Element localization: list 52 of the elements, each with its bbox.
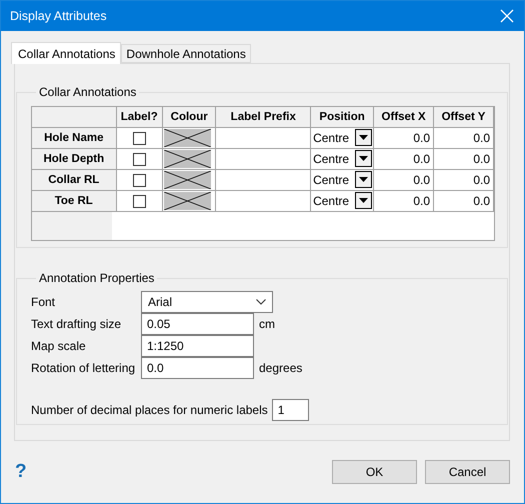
input-field[interactable]: 0.05 (141, 313, 254, 335)
crossed-swatch-icon[interactable] (164, 150, 211, 168)
tab[interactable]: Collar Annotations (11, 42, 122, 64)
column-header: Offset X (374, 107, 434, 127)
checkbox[interactable] (132, 194, 146, 208)
caret-icon (359, 135, 368, 140)
checkbox[interactable] (132, 174, 146, 187)
tab[interactable]: Downhole Annotations (121, 44, 251, 63)
field-label: Rotation of lettering (31, 361, 136, 375)
row-header: Hole Depth (32, 148, 116, 169)
input-field[interactable]: 1:1250 (141, 335, 254, 357)
window-title: Display Attributes (10, 9, 107, 23)
field-label: Map scale (31, 339, 87, 353)
table-cell: 0.0 (434, 169, 494, 190)
unit-label: cm (259, 317, 275, 331)
table-cell: 0.0 (434, 190, 494, 211)
column-header: Label? (116, 107, 162, 127)
row-header: Collar RL (32, 169, 116, 190)
table-cell: 0.0 (374, 127, 434, 148)
field-label: Number of decimal places for numeric labels (31, 403, 268, 417)
column-header: Colour (162, 107, 216, 127)
field-label: Text drafting size (31, 317, 122, 331)
table-cell: 0.0 (374, 148, 434, 169)
table-cell: 0.0 (434, 148, 494, 169)
unit-label: degrees (259, 361, 302, 375)
input-field[interactable]: 1 (272, 399, 309, 421)
input-field[interactable]: 0.0 (141, 357, 254, 379)
dialog-button[interactable]: Cancel (425, 460, 510, 484)
row-header: Hole Name (32, 127, 116, 148)
column-header: Label Prefix (216, 107, 311, 127)
row-header: Toe RL (32, 190, 116, 211)
checkbox[interactable] (132, 132, 146, 145)
column-header: Position (310, 107, 374, 127)
column-header: Offset Y (434, 107, 494, 127)
crossed-swatch-icon[interactable] (164, 128, 211, 146)
group-title: Annotation Properties (38, 271, 156, 285)
caret-icon (359, 198, 368, 203)
table-cell: 0.0 (374, 190, 434, 211)
crossed-swatch-icon[interactable] (164, 192, 211, 210)
close-icon[interactable] (500, 9, 514, 23)
field-label: Font (31, 295, 56, 309)
crossed-swatch-icon[interactable] (164, 170, 211, 188)
chevron-down-icon (256, 299, 266, 305)
table-cell: 0.0 (374, 169, 434, 190)
group-title: Collar Annotations (38, 85, 138, 99)
font-dropdown[interactable]: Arial (141, 291, 273, 313)
caret-icon (359, 156, 368, 161)
caret-icon (359, 177, 368, 182)
dialog-button[interactable]: OK (332, 460, 417, 484)
table-cell: 0.0 (434, 127, 494, 148)
checkbox[interactable] (132, 152, 146, 166)
help-icon[interactable]: ? (15, 461, 27, 483)
